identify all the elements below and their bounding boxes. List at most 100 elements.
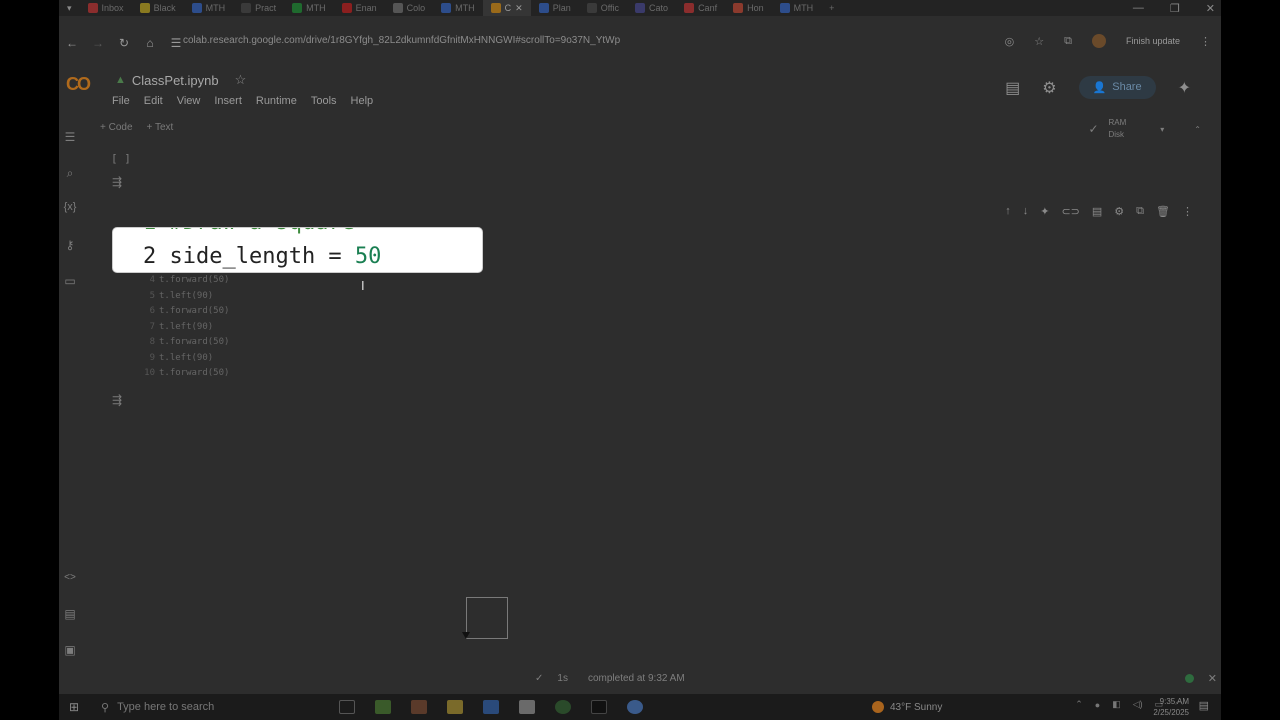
home-icon[interactable]: ⌂ [137,36,163,50]
mirror-cell-icon[interactable]: ⧉ [1136,205,1144,218]
browser-tab[interactable]: MTH [184,0,234,16]
comment-icon[interactable]: ▤ [1005,78,1020,98]
weather-widget[interactable]: 43°F Sunny [872,701,942,713]
menu-item-file[interactable]: File [112,95,130,107]
output-toggle-icon-2[interactable]: ⇶ [112,393,122,407]
word-icon[interactable] [483,700,499,714]
tray-chevron-icon[interactable]: ⌃ [1075,699,1083,710]
file-explorer-icon[interactable] [447,700,463,714]
command-palette-icon[interactable]: ▤ [62,607,78,621]
menu-item-edit[interactable]: Edit [144,95,163,107]
browser-tab[interactable]: Offic [579,0,627,16]
minimize-icon[interactable]: — [1133,2,1144,14]
notepad-icon[interactable] [519,700,535,714]
code-editor[interactable]: 4 t.forward(50) 5 t.left(90) 6 t.forward(50) 7… [143,273,229,382]
close-status-icon[interactable]: ✕ [1208,672,1217,685]
tray-app-icon[interactable]: ◧ [1112,699,1121,710]
browser-window: ▾ Inbox Black MTH Pract MTH Enan Colo MTH C ✕ Plan… [59,0,1221,720]
share-button[interactable]: 👤 Share [1078,76,1156,99]
sparkle-icon[interactable]: ✦ [1040,205,1049,218]
mic-icon[interactable]: ● [1095,700,1100,710]
settings-icon[interactable]: ⚙ [1042,78,1056,98]
terminal-app-icon[interactable] [591,700,607,714]
run-cell-button[interactable]: [ ] [111,152,131,165]
code-line: 7 t.left(90) [143,320,229,336]
notifications-icon[interactable]: ▤ [1199,699,1209,712]
chevron-down-icon[interactable]: ▾ [1160,125,1164,134]
browser-tab[interactable]: MTH [433,0,483,16]
secrets-key-icon[interactable]: ⚷ [62,238,78,252]
browser-tab[interactable]: Cato [627,0,676,16]
forward-icon[interactable]: → [85,36,111,50]
browser-tab[interactable]: Hon [725,0,772,16]
terminal-icon[interactable]: ▣ [62,643,78,657]
menu-item-runtime[interactable]: Runtime [256,95,297,107]
tab-label: Inbox [101,3,124,13]
menu-item-view[interactable]: View [177,95,201,107]
colab-logo[interactable]: CO [66,74,91,95]
cell-toolbar: ↑ ↓ ✦ ⊂⊃ ▤ ⚙ ⧉ 🗑 ⋮ [1005,205,1193,218]
link-icon[interactable]: ⊂⊃ [1061,205,1079,218]
browser-tab[interactable]: Enan [334,0,385,16]
tab-menu[interactable]: ▾ [59,0,80,16]
url-field[interactable]: colab.research.google.com/drive/1r8GYfgh… [183,35,713,46]
add-text-button[interactable]: + Text [147,122,174,133]
browser-tab[interactable]: Black [132,0,184,16]
browser-tab[interactable]: Colo [385,0,434,16]
comment-cell-icon[interactable]: ▤ [1092,205,1102,218]
browser-tab[interactable]: C ✕ [482,0,531,16]
volume-icon[interactable]: ◁) [1133,699,1143,710]
browser-tab[interactable]: Plan [531,0,579,16]
move-up-icon[interactable]: ↑ [1005,205,1011,218]
cell-more-icon[interactable]: ⋮ [1182,205,1193,218]
find-icon[interactable]: ⌕ [62,166,78,181]
menu-item-insert[interactable]: Insert [214,95,242,107]
app-icon-green[interactable] [375,700,391,714]
zoom-code-line: 2 side_length = 50 [143,244,381,269]
profile-avatar[interactable] [1091,34,1106,48]
code-line: 9 t.left(90) [143,351,229,367]
move-down-icon[interactable]: ↓ [1023,205,1029,218]
xbox-icon[interactable] [555,700,571,714]
menu-item-help[interactable]: Help [351,95,374,107]
delete-icon[interactable]: 🗑 [1156,205,1170,218]
browser-tab[interactable]: MTH [284,0,334,16]
extensions-icon[interactable]: ⧉ [1064,35,1072,48]
taskbar-search[interactable]: ⚲ Type here to search [101,696,319,718]
taskbar-clock[interactable]: 9:35 AM 2/25/2025 [1153,696,1189,718]
browser-tab[interactable]: Inbox [80,0,132,16]
task-view-icon[interactable] [339,700,355,714]
add-code-button[interactable]: + Code [100,122,133,133]
chevron-up-icon[interactable]: ⌃ [1194,125,1201,134]
gemini-icon[interactable]: ✦ [1178,78,1191,98]
files-folder-icon[interactable]: ▭ [62,274,78,288]
toc-icon[interactable]: ☰ [62,130,78,144]
tab-favicon-icon [241,3,252,13]
restore-icon[interactable]: ❐ [1170,2,1180,15]
browser-tab[interactable]: MTH [772,0,822,16]
output-toggle-icon[interactable]: ⇶ [112,175,122,189]
finish-update-button[interactable]: Finish update [1126,36,1180,46]
app-icon-store[interactable] [411,700,427,714]
menu-item-tools[interactable]: Tools [311,95,337,107]
reload-icon[interactable]: ↻ [111,36,137,50]
runtime-status[interactable]: ✓ RAM Disk ▾ ⌃ [1088,117,1201,141]
browser-tab[interactable]: Pract [233,0,284,16]
new-tab-button[interactable]: + [821,0,842,16]
close-window-icon[interactable]: ✕ [1206,2,1215,15]
code-snippets-icon[interactable]: <> [62,572,78,583]
tab-close-icon[interactable]: ✕ [515,3,523,14]
browser-tab[interactable]: Canf [676,0,725,16]
chrome-icon[interactable] [627,700,643,714]
line-number: 7 [149,321,155,332]
windows-start-icon[interactable]: ⊞ [63,694,85,720]
variables-icon[interactable]: {x} [62,201,78,213]
star-icon[interactable]: ☆ [235,72,247,88]
bookmark-star-icon[interactable]: ☆ [1034,35,1044,48]
notebook-title[interactable]: ClassPet.ipynb [132,73,219,88]
back-icon[interactable]: ← [59,36,85,50]
eye-off-icon[interactable]: ◎ [1005,35,1015,48]
cell-settings-icon[interactable]: ⚙ [1114,205,1124,218]
tab-favicon-icon [441,3,452,13]
more-menu-icon[interactable]: ⋮ [1200,35,1211,48]
